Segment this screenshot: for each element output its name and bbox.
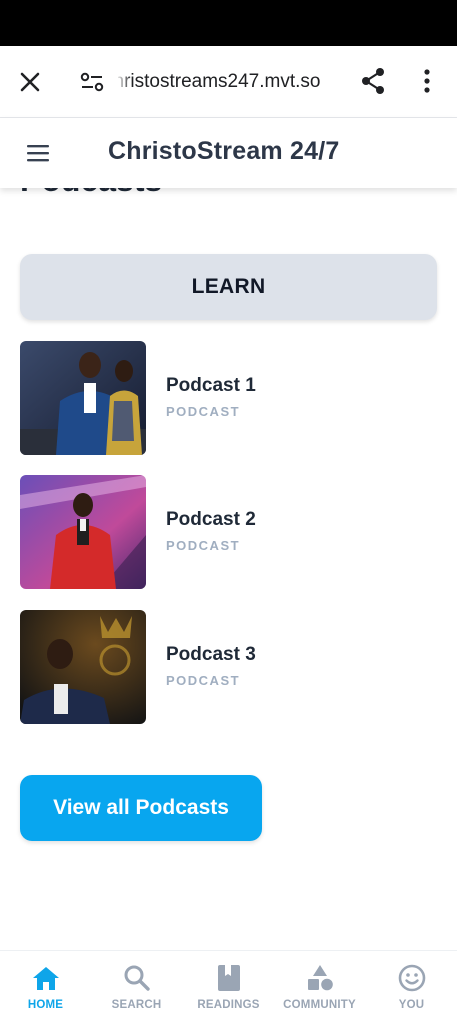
nav-label: YOU xyxy=(398,999,425,1011)
podcast-title: Podcast 2 xyxy=(166,509,256,530)
podcast-item[interactable]: Podcast 3 PODCAST xyxy=(20,610,437,726)
app-header: ChristoStream 24/7 xyxy=(0,118,457,188)
podcast-thumbnail xyxy=(20,341,146,455)
podcast-item[interactable]: Podcast 1 PODCAST xyxy=(20,341,437,457)
podcast-title: Podcast 3 xyxy=(166,644,256,665)
shapes-icon xyxy=(305,963,335,993)
url-text: christostreams247.mvt.so xyxy=(118,71,321,92)
podcast-thumbnail xyxy=(20,610,146,724)
menu-icon[interactable] xyxy=(26,142,50,164)
nav-item-search[interactable]: SEARCH xyxy=(91,951,182,1024)
share-icon[interactable] xyxy=(358,66,388,96)
podcast-type: PODCAST xyxy=(166,538,241,553)
home-icon xyxy=(31,963,61,993)
url-bar[interactable]: christostreams247.mvt.so xyxy=(118,68,348,96)
podcast-item[interactable]: Podcast 2 PODCAST xyxy=(20,475,437,591)
status-bar xyxy=(0,0,457,46)
nav-label: SEARCH xyxy=(111,999,162,1011)
more-options-icon[interactable] xyxy=(414,66,440,96)
section-heading: Podcasts xyxy=(20,188,162,199)
nav-label: COMMUNITY xyxy=(283,999,356,1011)
nav-item-readings[interactable]: READINGS xyxy=(183,951,274,1024)
book-icon xyxy=(214,963,244,993)
close-icon[interactable] xyxy=(16,68,44,96)
url-fade xyxy=(116,66,132,98)
podcast-type: PODCAST xyxy=(166,404,241,419)
browser-toolbar: christostreams247.mvt.so xyxy=(0,46,457,118)
nav-label: HOME xyxy=(27,999,64,1011)
view-all-podcasts-button[interactable]: View all Podcasts xyxy=(20,775,262,841)
learn-button[interactable]: LEARN xyxy=(20,254,437,320)
podcast-title: Podcast 1 xyxy=(166,375,256,396)
app-title: ChristoStream 24/7 xyxy=(108,137,340,165)
nav-label: READINGS xyxy=(197,999,260,1011)
nav-item-community[interactable]: COMMUNITY xyxy=(274,951,365,1024)
main-content: Podcasts LEARN Podcast 1 PODCAST xyxy=(0,188,457,950)
podcast-type: PODCAST xyxy=(166,673,241,688)
smiley-icon xyxy=(397,963,427,993)
bottom-nav: HOME SEARCH READINGS COMMUNITY YOU xyxy=(0,950,457,1024)
site-settings-icon[interactable] xyxy=(78,68,106,96)
nav-item-you[interactable]: YOU xyxy=(366,951,457,1024)
search-icon xyxy=(122,963,152,993)
podcast-thumbnail xyxy=(20,475,146,589)
nav-item-home[interactable]: HOME xyxy=(0,951,91,1024)
